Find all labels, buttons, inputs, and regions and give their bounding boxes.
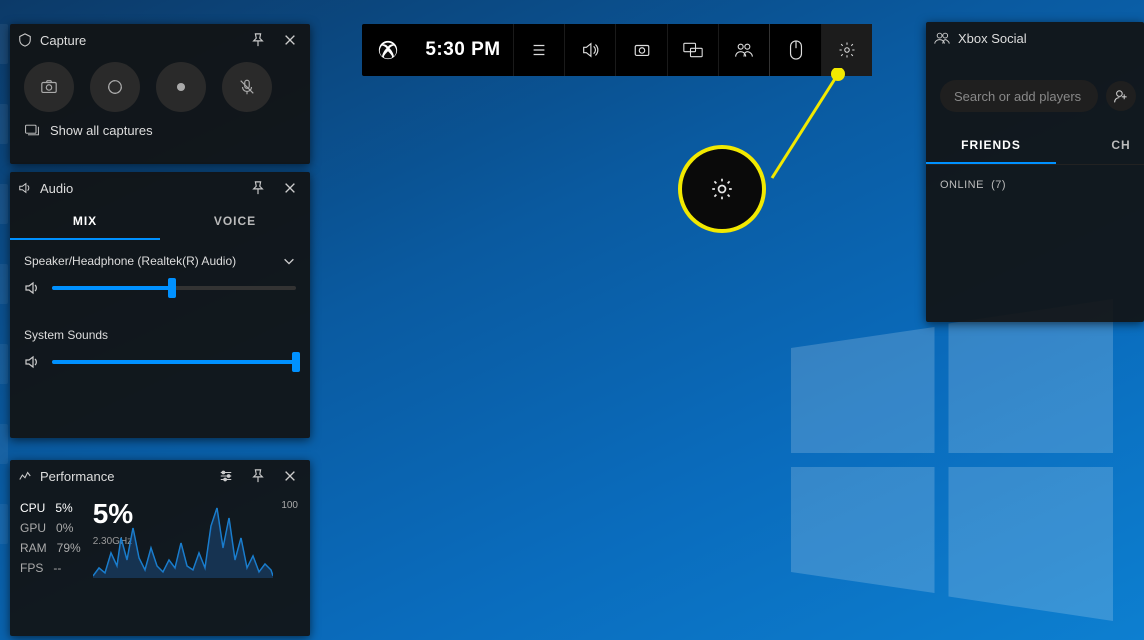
settings-callout-circle (678, 145, 766, 233)
performance-title: Performance (40, 469, 114, 484)
desktop-icons-strip (0, 24, 8, 544)
stat-ram[interactable]: RAM79% (20, 538, 81, 558)
volume-icon (24, 280, 40, 296)
social-title: Xbox Social (958, 31, 1027, 46)
close-icon[interactable] (278, 176, 302, 200)
capture-widget-button[interactable] (615, 24, 666, 76)
game-bar-toolbar: 5:30 PM (362, 24, 872, 76)
xbox-social-button[interactable] (718, 24, 769, 76)
capture-title: Capture (40, 33, 86, 48)
online-section-header[interactable]: ONLINE (7) (926, 164, 1144, 205)
audio-device-label: Speaker/Headphone (Realtek(R) Audio) (24, 254, 236, 268)
xbox-social-panel: Xbox Social Search or add players FRIEND… (926, 22, 1144, 322)
widgets-menu-button[interactable] (513, 24, 564, 76)
stat-fps[interactable]: FPS-- (20, 558, 81, 578)
device-volume-slider[interactable] (52, 286, 296, 290)
pin-icon[interactable] (246, 464, 270, 488)
settings-button[interactable] (821, 24, 872, 76)
performance-panel: Performance CPU5% GPU0% RAM79% FPS-- 5% … (10, 460, 310, 636)
close-icon[interactable] (278, 28, 302, 52)
show-all-captures-link[interactable]: Show all captures (10, 112, 310, 138)
tab-friends[interactable]: FRIENDS (926, 128, 1056, 164)
record-last-button[interactable] (90, 62, 140, 112)
close-icon[interactable] (278, 464, 302, 488)
audio-panel: Audio MIX VOICE Speaker/Headphone (Realt… (10, 172, 310, 438)
mouse-toggle-button[interactable] (769, 24, 820, 76)
tab-voice[interactable]: VOICE (160, 204, 310, 240)
performance-icon (18, 469, 32, 483)
system-volume-slider[interactable] (52, 360, 296, 364)
audio-title: Audio (40, 181, 73, 196)
cpu-sparkline (93, 498, 273, 578)
social-icon (934, 31, 950, 45)
social-search-input[interactable]: Search or add players (940, 80, 1098, 112)
audio-widget-button[interactable] (564, 24, 615, 76)
chevron-down-icon[interactable] (282, 254, 296, 268)
capture-icon (18, 33, 32, 47)
audio-icon (18, 181, 32, 195)
stat-gpu[interactable]: GPU0% (20, 518, 81, 538)
volume-icon (24, 354, 40, 370)
toolbar-time: 5:30 PM (413, 39, 512, 61)
xbox-icon[interactable] (362, 24, 413, 76)
show-all-captures-label: Show all captures (50, 123, 153, 138)
pin-icon[interactable] (246, 28, 270, 52)
stat-cpu[interactable]: CPU5% (20, 498, 81, 518)
perf-ymax: 100 (281, 500, 298, 511)
performance-widget-button[interactable] (667, 24, 718, 76)
search-placeholder: Search or add players (954, 89, 1081, 104)
callout-connector (760, 68, 856, 186)
perf-stats: CPU5% GPU0% RAM79% FPS-- (20, 498, 81, 578)
record-button[interactable] (156, 62, 206, 112)
pin-icon[interactable] (246, 176, 270, 200)
settings-icon[interactable] (214, 464, 238, 488)
screenshot-button[interactable] (24, 62, 74, 112)
mic-toggle-button[interactable] (222, 62, 272, 112)
windows-logo (770, 285, 1120, 635)
tab-chat[interactable]: CH (1056, 128, 1144, 164)
system-sounds-label: System Sounds (10, 310, 310, 342)
tab-mix[interactable]: MIX (10, 204, 160, 240)
capture-panel: Capture Show all captures (10, 24, 310, 164)
add-player-button[interactable] (1106, 81, 1136, 111)
